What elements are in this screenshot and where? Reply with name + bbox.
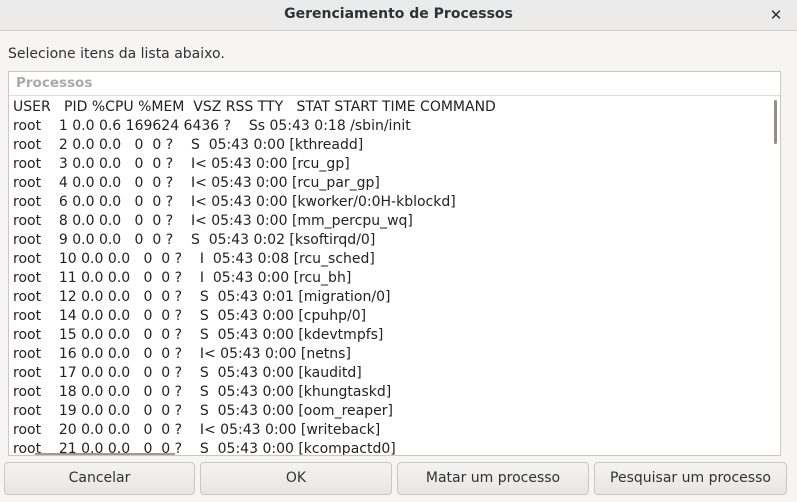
- process-frame: Processos USER PID %CPU %MEM VSZ RSS TTY…: [8, 71, 781, 456]
- process-line: root 12 0.0 0.0 0 0 ? S 05:43 0:01 [migr…: [13, 289, 391, 305]
- process-line: root 4 0.0 0.0 0 0 ? I< 05:43 0:00 [rcu_…: [13, 175, 380, 191]
- close-icon: ✕: [769, 6, 783, 24]
- process-line: root 10 0.0 0.0 0 0 ? I 05:43 0:08 [rcu_…: [13, 251, 375, 267]
- frame-label: Processos: [16, 75, 93, 91]
- vertical-scrollbar[interactable]: [774, 100, 777, 144]
- process-line: root 9 0.0 0.0 0 0 ? S 05:43 0:02 [ksoft…: [13, 232, 376, 248]
- process-line: root 8 0.0 0.0 0 0 ? I< 05:43 0:00 [mm_p…: [13, 213, 413, 229]
- search-process-button[interactable]: Pesquisar um processo: [594, 462, 787, 495]
- horizontal-scrollbar[interactable]: [35, 453, 175, 455]
- process-line: root 19 0.0 0.0 0 0 ? S 05:43 0:00 [oom_…: [13, 403, 393, 419]
- process-line: root 20 0.0 0.0 0 0 ? I< 05:43 0:00 [wri…: [13, 422, 381, 438]
- cancel-button[interactable]: Cancelar: [4, 462, 195, 495]
- process-line: root 15 0.0 0.0 0 0 ? S 05:43 0:00 [kdev…: [13, 327, 384, 343]
- ok-button[interactable]: OK: [200, 462, 392, 495]
- close-button[interactable]: ✕: [765, 4, 787, 26]
- process-header-line: USER PID %CPU %MEM VSZ RSS TTY STAT STAR…: [13, 99, 496, 115]
- frame-divider: [9, 95, 780, 96]
- process-line: root 2 0.0 0.0 0 0 ? S 05:43 0:00 [kthre…: [13, 137, 364, 153]
- process-line: root 14 0.0 0.0 0 0 ? S 05:43 0:00 [cpuh…: [13, 308, 367, 324]
- kill-process-button[interactable]: Matar um processo: [397, 462, 589, 495]
- instruction-text: Selecione itens da lista abaixo.: [8, 46, 225, 62]
- title-bar: Gerenciamento de Processos ✕: [0, 0, 797, 31]
- process-line: root 18 0.0 0.0 0 0 ? S 05:43 0:00 [khun…: [13, 384, 392, 400]
- process-list-text[interactable]: USER PID %CPU %MEM VSZ RSS TTY STAT STAR…: [13, 98, 773, 455]
- process-line: root 6 0.0 0.0 0 0 ? I< 05:43 0:00 [kwor…: [13, 194, 456, 210]
- window-title: Gerenciamento de Processos: [284, 6, 513, 22]
- process-line: root 1 0.0 0.6 169624 6436 ? Ss 05:43 0:…: [13, 118, 411, 134]
- process-line: root 3 0.0 0.0 0 0 ? I< 05:43 0:00 [rcu_…: [13, 156, 350, 172]
- process-line: root 11 0.0 0.0 0 0 ? I 05:43 0:00 [rcu_…: [13, 270, 352, 286]
- process-line: root 16 0.0 0.0 0 0 ? I< 05:43 0:00 [net…: [13, 346, 351, 362]
- process-line: root 17 0.0 0.0 0 0 ? S 05:43 0:00 [kaud…: [13, 365, 362, 381]
